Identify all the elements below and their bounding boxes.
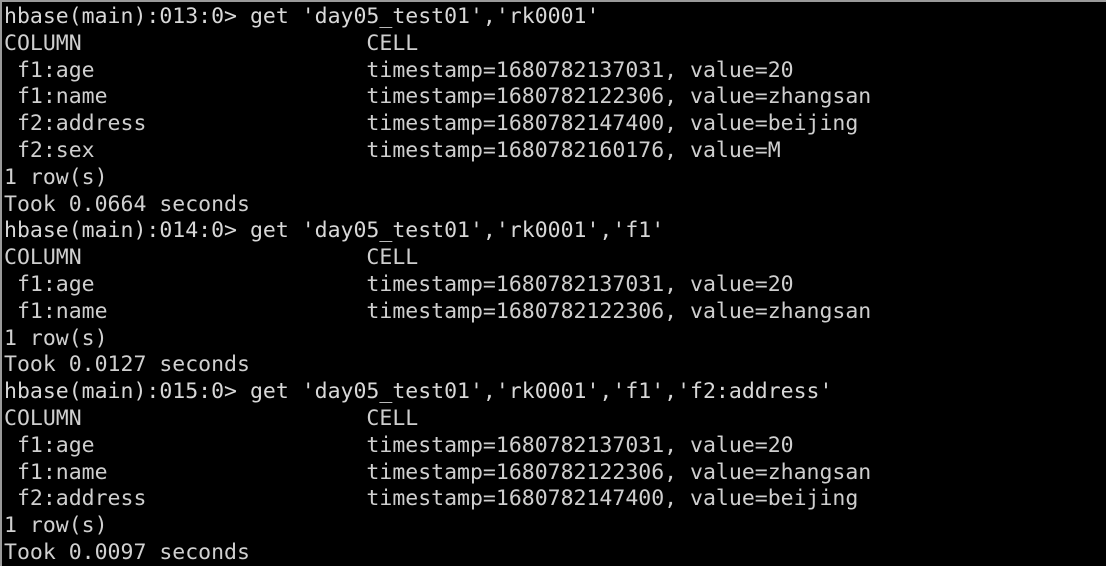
terminal-line-cellrow: f1:name timestamp=1680782122306, value=z… <box>4 459 872 485</box>
terminal-line-prompt: hbase(main):013:0> get 'day05_test01','r… <box>4 4 600 29</box>
terminal-line-prompt: hbase(main):014:0> get 'day05_test01','r… <box>4 218 665 244</box>
terminal-line-cellrow: f1:age timestamp=1680782137031, value=20 <box>4 57 794 83</box>
terminal-line-prompt: hbase(main):015:0> get 'day05_test01','r… <box>4 379 833 405</box>
terminal-line-timing: Took 0.0097 seconds <box>4 539 250 565</box>
terminal-window[interactable]: hbase(main):013:0> get 'day05_test01','r… <box>0 0 1106 566</box>
terminal-line-cellrow: f1:name timestamp=1680782122306, value=z… <box>4 84 872 110</box>
terminal-line-status: 1 row(s) <box>4 325 108 351</box>
terminal-line-header: COLUMN CELL <box>4 30 419 56</box>
terminal-line-cellrow: f1:age timestamp=1680782137031, value=20 <box>4 432 794 458</box>
terminal-line-cellrow: f2:sex timestamp=1680782160176, value=M <box>4 137 781 163</box>
terminal-line-status: 1 row(s) <box>4 513 108 539</box>
terminal-line-timing: Took 0.0127 seconds <box>4 352 250 378</box>
terminal-output-area[interactable]: hbase(main):013:0> get 'day05_test01','r… <box>4 4 1106 566</box>
terminal-line-header: COLUMN CELL <box>4 405 419 431</box>
terminal-line-cellrow: f1:name timestamp=1680782122306, value=z… <box>4 298 872 324</box>
terminal-line-cellrow: f1:age timestamp=1680782137031, value=20 <box>4 271 794 297</box>
terminal-line-status: 1 row(s) <box>4 164 108 190</box>
terminal-line-cellrow: f2:address timestamp=1680782147400, valu… <box>4 486 859 512</box>
terminal-line-timing: Took 0.0664 seconds <box>4 191 250 217</box>
terminal-line-cellrow: f2:address timestamp=1680782147400, valu… <box>4 111 859 137</box>
terminal-line-header: COLUMN CELL <box>4 245 419 271</box>
